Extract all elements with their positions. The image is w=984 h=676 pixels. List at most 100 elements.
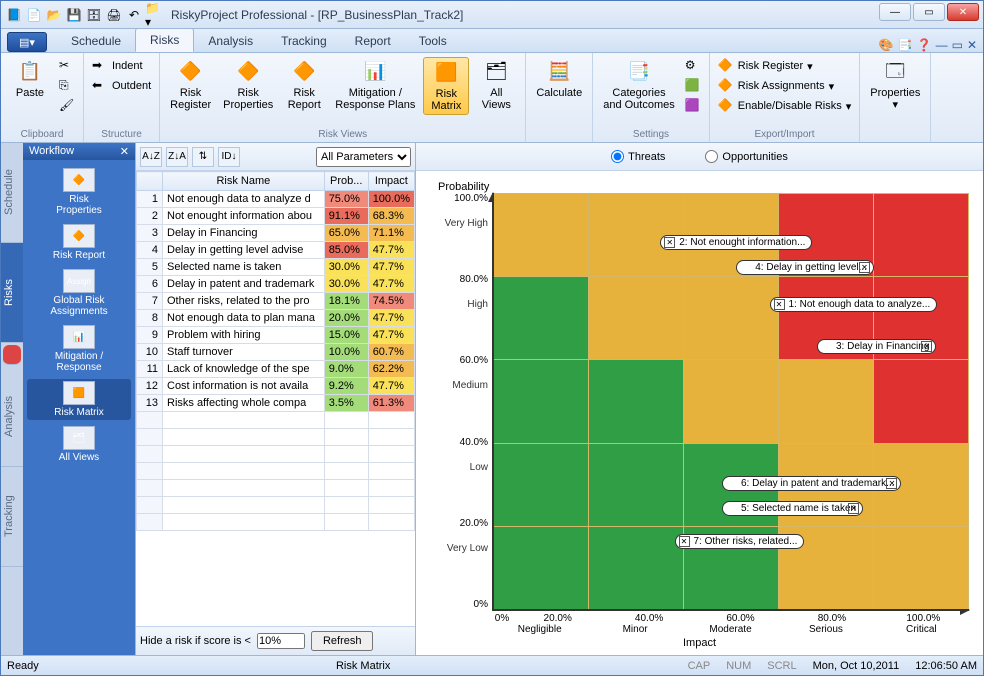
tab-analysis[interactable]: Analysis bbox=[194, 30, 267, 52]
tab-tools[interactable]: Tools bbox=[405, 30, 461, 52]
tab-tracking[interactable]: Tracking bbox=[267, 30, 341, 52]
app-menu-icon[interactable]: 📘 bbox=[5, 6, 23, 24]
mitigation-button[interactable]: 📊Mitigation / Response Plans bbox=[331, 57, 419, 113]
matrix-cell[interactable] bbox=[684, 276, 779, 359]
parameters-select[interactable]: All Parameters bbox=[316, 147, 411, 167]
workflow-item-mitigation[interactable]: 📊Mitigation / Response bbox=[27, 323, 131, 375]
table-row[interactable]: 11 Lack of knowledge of the spe 9.0% 62.… bbox=[137, 361, 415, 378]
vtab-schedule[interactable]: Schedule bbox=[1, 143, 23, 243]
file-button[interactable]: ▤▾ bbox=[7, 32, 47, 52]
risk-report-button[interactable]: 🔶Risk Report bbox=[281, 57, 327, 113]
new-icon[interactable]: 📄 bbox=[25, 6, 43, 24]
workflow-item-assignments[interactable]: AssignGlobal Risk Assignments bbox=[27, 267, 131, 319]
sort-id-button[interactable]: ID↓ bbox=[218, 147, 240, 167]
col-prob[interactable]: Prob... bbox=[324, 172, 368, 191]
close-button[interactable]: ✕ bbox=[947, 3, 979, 21]
workflow-item-properties[interactable]: 🔶Risk Properties bbox=[27, 166, 131, 218]
outdent-button[interactable]: ⬅Outdent bbox=[90, 77, 153, 95]
settings-3-button[interactable]: 🟪 bbox=[683, 97, 703, 115]
mdi-restore-icon[interactable]: ▭ bbox=[952, 38, 963, 52]
table-row[interactable]: 8 Not enough data to plan mana 20.0% 47.… bbox=[137, 310, 415, 327]
risk-callout[interactable]: ✕4: Delay in getting level... bbox=[736, 260, 874, 275]
table-row[interactable]: 10 Staff turnover 10.0% 60.7% bbox=[137, 344, 415, 361]
tab-risks[interactable]: Risks bbox=[135, 28, 194, 52]
risk-callout[interactable]: ✕3: Delay in Financing bbox=[817, 339, 936, 354]
sort-az-button[interactable]: A↓Z bbox=[140, 147, 162, 167]
help-icon[interactable]: ❓ bbox=[917, 38, 932, 52]
settings-2-button[interactable]: 🟩 bbox=[683, 77, 703, 95]
refresh-button[interactable]: Refresh bbox=[311, 631, 374, 651]
matrix-cell[interactable] bbox=[589, 526, 684, 609]
workflow-item-matrix[interactable]: 🟧Risk Matrix bbox=[27, 379, 131, 420]
tab-report[interactable]: Report bbox=[341, 30, 405, 52]
matrix-cell[interactable] bbox=[684, 359, 779, 442]
risk-matrix-button[interactable]: 🟧Risk Matrix bbox=[423, 57, 469, 115]
risk-properties-button[interactable]: 🔶Risk Properties bbox=[219, 57, 277, 113]
matrix-cell[interactable] bbox=[494, 276, 589, 359]
matrix-cell[interactable] bbox=[494, 359, 589, 442]
table-row[interactable]: 12 Cost information is not availa 9.2% 4… bbox=[137, 378, 415, 395]
risk-callout[interactable]: ✕7: Other risks, related... bbox=[675, 534, 805, 549]
risk-register-button[interactable]: 🔶Risk Register bbox=[166, 57, 215, 113]
opportunities-radio[interactable]: Opportunities bbox=[705, 150, 787, 163]
enable-disable-button[interactable]: 🔶Enable/Disable Risks ▾ bbox=[716, 97, 853, 115]
calculate-button[interactable]: 🧮Calculate bbox=[532, 57, 586, 101]
vtab-marker[interactable] bbox=[3, 345, 21, 365]
close-icon[interactable]: ✕ bbox=[886, 478, 897, 489]
categories-button[interactable]: 📑Categories and Outcomes bbox=[599, 57, 679, 113]
matrix-cell[interactable] bbox=[494, 443, 589, 526]
hide-threshold-input[interactable] bbox=[257, 633, 305, 649]
close-icon[interactable]: ✕ bbox=[774, 299, 785, 310]
export-assignments-button[interactable]: 🔶Risk Assignments ▾ bbox=[716, 77, 853, 95]
close-icon[interactable]: ✕ bbox=[859, 262, 870, 273]
table-row[interactable]: 1 Not enough data to analyze d 75.0% 100… bbox=[137, 191, 415, 208]
copy-button[interactable]: ⎘ bbox=[57, 77, 77, 95]
table-row[interactable]: 6 Delay in patent and trademark 30.0% 47… bbox=[137, 276, 415, 293]
print-icon[interactable]: 🖨 bbox=[105, 6, 123, 24]
col-impact[interactable]: Impact bbox=[368, 172, 414, 191]
properties-panel-button[interactable]: 🗔Properties▾ bbox=[866, 57, 924, 113]
matrix-cell[interactable] bbox=[589, 276, 684, 359]
indent-button[interactable]: ➡Indent bbox=[90, 57, 153, 75]
vtab-tracking[interactable]: Tracking bbox=[1, 467, 23, 567]
risk-callout[interactable]: ✕1: Not enough data to analyze... bbox=[770, 297, 938, 312]
maximize-button[interactable]: ▭ bbox=[913, 3, 945, 21]
open-folder-icon[interactable]: 📁▾ bbox=[145, 6, 163, 24]
col-index[interactable] bbox=[137, 172, 163, 191]
settings-1-button[interactable]: ⚙ bbox=[683, 57, 703, 75]
workflow-item-allviews[interactable]: 🗂All Views bbox=[27, 424, 131, 465]
mdi-min-icon[interactable]: — bbox=[936, 38, 948, 52]
matrix-cell[interactable] bbox=[874, 193, 969, 276]
table-row[interactable]: 9 Problem with hiring 15.0% 47.7% bbox=[137, 327, 415, 344]
save-icon[interactable]: 💾 bbox=[65, 6, 83, 24]
matrix-cell[interactable] bbox=[779, 359, 874, 442]
col-name[interactable]: Risk Name bbox=[163, 172, 325, 191]
undo-icon[interactable]: ↶ bbox=[125, 6, 143, 24]
workflow-close-icon[interactable]: ✕ bbox=[120, 145, 129, 158]
threats-radio[interactable]: Threats bbox=[611, 150, 665, 163]
table-row[interactable]: 5 Selected name is taken 30.0% 47.7% bbox=[137, 259, 415, 276]
workflow-item-report[interactable]: 🔶Risk Report bbox=[27, 222, 131, 263]
risk-callout[interactable]: ✕6: Delay in patent and trademark... bbox=[722, 476, 901, 491]
vtab-risks[interactable]: Risks bbox=[1, 243, 23, 343]
risk-callout[interactable]: ✕5: Selected name is taken bbox=[722, 501, 863, 516]
close-icon[interactable]: ✕ bbox=[921, 341, 932, 352]
close-icon[interactable]: ✕ bbox=[679, 536, 690, 547]
close-icon[interactable]: ✕ bbox=[664, 237, 675, 248]
options-icon[interactable]: 📑 bbox=[898, 38, 913, 52]
close-icon[interactable]: ✕ bbox=[848, 503, 859, 514]
table-row[interactable]: 13 Risks affecting whole compa 3.5% 61.3… bbox=[137, 395, 415, 412]
table-row[interactable]: 7 Other risks, related to the pro 18.1% … bbox=[137, 293, 415, 310]
table-row[interactable]: 4 Delay in getting level advise 85.0% 47… bbox=[137, 242, 415, 259]
open-icon[interactable]: 📂 bbox=[45, 6, 63, 24]
vtab-analysis[interactable]: Analysis bbox=[1, 367, 23, 467]
risk-callout[interactable]: ✕2: Not enought information... bbox=[660, 235, 812, 250]
matrix-cell[interactable] bbox=[494, 193, 589, 276]
saveall-icon[interactable]: 🗄 bbox=[85, 6, 103, 24]
paste-button[interactable]: 📋 Paste bbox=[7, 57, 53, 101]
mdi-close-icon[interactable]: ✕ bbox=[967, 38, 977, 52]
format-button[interactable]: 🖌 bbox=[57, 97, 77, 115]
table-row[interactable]: 2 Not enought information abou 91.1% 68.… bbox=[137, 208, 415, 225]
sort-arrows-button[interactable]: ⇅ bbox=[192, 147, 214, 167]
matrix-cell[interactable] bbox=[589, 359, 684, 442]
